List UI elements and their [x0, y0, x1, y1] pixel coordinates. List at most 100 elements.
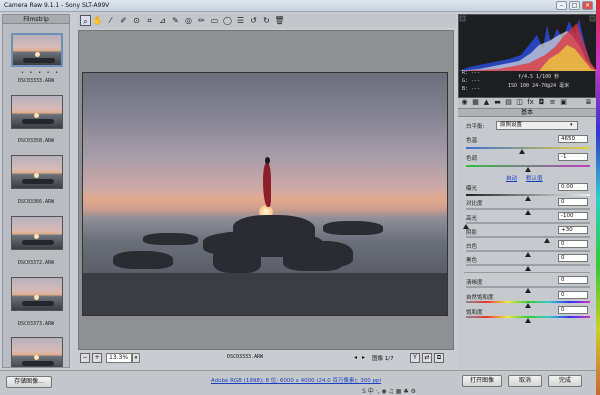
color-strip: [596, 0, 600, 395]
rating-dots[interactable]: • • • • •: [21, 70, 60, 76]
shadows-knob[interactable]: [543, 238, 550, 243]
red-eye-icon[interactable]: ◎: [183, 15, 194, 26]
chevron-down-icon[interactable]: ▾: [132, 353, 140, 363]
presets-tab-icon[interactable]: ≡: [548, 98, 557, 107]
before-after-icon[interactable]: Y: [410, 353, 420, 363]
lens-info: ISO 100 24-70@24 毫米: [508, 83, 570, 89]
snapshots-tab-icon[interactable]: ▣: [559, 98, 568, 107]
tint-label: 色调: [466, 156, 478, 162]
highlights-label: 高光: [466, 216, 478, 222]
done-button[interactable]: 完成: [548, 375, 582, 387]
save-image-button[interactable]: 存储图像...: [6, 376, 52, 388]
white-balance-icon[interactable]: ⁄: [105, 15, 116, 26]
temperature-value[interactable]: 4650: [558, 135, 588, 143]
crop-icon[interactable]: ⌗: [144, 15, 155, 26]
hand-icon[interactable]: ✋: [92, 15, 103, 26]
radial-filter-icon[interactable]: ◯: [222, 15, 233, 26]
basic-tab-icon[interactable]: ◉: [460, 98, 469, 107]
panel-menu-icon[interactable]: ≣: [584, 98, 593, 107]
highlights-value[interactable]: -100: [558, 212, 588, 220]
tint-value[interactable]: -1: [558, 153, 588, 161]
thumb-caption: DSC03358.ARW: [17, 138, 55, 144]
filmstrip-thumb-4[interactable]: [11, 216, 63, 250]
saturation-knob[interactable]: [525, 318, 531, 323]
trash-icon[interactable]: 🗑: [274, 15, 285, 26]
filmstrip: Filmstrip • • • • • DSC03333.ARW DSC0335…: [2, 14, 70, 368]
whites-value[interactable]: 0: [558, 240, 588, 248]
close-icon[interactable]: ✕: [582, 1, 593, 10]
g-readout: G: ---: [462, 78, 481, 84]
vibrance-value[interactable]: 0: [558, 291, 588, 299]
contrast-knob[interactable]: [525, 210, 531, 215]
default-link[interactable]: 默认值: [526, 174, 543, 182]
preview-filename: DSC03333.ARW: [226, 354, 264, 360]
contrast-value[interactable]: 0: [558, 198, 588, 206]
spot-removal-icon[interactable]: ✎: [170, 15, 181, 26]
clarity-knob[interactable]: [525, 288, 531, 293]
histogram-readouts: R: --- G: --- B: --- f/4.5 1/100 秒 ISO 1…: [460, 70, 594, 96]
auto-link[interactable]: 自动: [506, 174, 517, 182]
zoom-out-icon[interactable]: −: [80, 353, 90, 363]
clarity-value[interactable]: 0: [558, 276, 588, 284]
histogram-graph: [459, 15, 597, 71]
swap-settings-icon[interactable]: ⇄: [422, 353, 432, 363]
tint-knob[interactable]: [525, 167, 531, 172]
filmstrip-thumb-3[interactable]: [11, 155, 63, 189]
contrast-label: 对比度: [466, 201, 483, 207]
hsl-tab-icon[interactable]: ▬: [493, 98, 502, 107]
preferences-icon[interactable]: ☰: [235, 15, 246, 26]
filmstrip-thumb-6[interactable]: [11, 337, 63, 367]
filmstrip-thumb-2[interactable]: [11, 95, 63, 129]
blacks-knob[interactable]: [525, 266, 531, 271]
saturation-value[interactable]: 0: [558, 306, 588, 314]
target-adjust-icon[interactable]: ⊙: [131, 15, 142, 26]
minimize-icon[interactable]: –: [556, 1, 567, 10]
previous-image-icon[interactable]: ◂: [354, 354, 357, 361]
workflow-options-link[interactable]: Adobe RGB (1998); 8 位; 6000 x 4000 (24.0…: [196, 376, 396, 384]
cancel-button[interactable]: 取消: [508, 375, 542, 387]
shadows-slider[interactable]: [466, 236, 590, 238]
zoom-icon[interactable]: ⌕: [80, 15, 91, 26]
shadows-label: 阴影: [466, 230, 478, 236]
highlights-slider[interactable]: [466, 222, 590, 224]
title-bar: Camera Raw 9.1.1 - Sony SLT-A99V – □ ✕: [0, 0, 600, 12]
blacks-value[interactable]: 0: [558, 254, 588, 262]
color-sampler-icon[interactable]: ✐: [118, 15, 129, 26]
filmstrip-thumb-5[interactable]: [11, 277, 63, 311]
temperature-knob[interactable]: [518, 149, 525, 154]
copy-settings-icon[interactable]: ⧉: [434, 353, 444, 363]
exposure-knob[interactable]: [525, 196, 531, 201]
zoom-in-icon[interactable]: +: [92, 353, 102, 363]
ime-toolbar[interactable]: S 中 ·, ◉ ♫ ▦ ♣ ⚙: [362, 386, 458, 395]
filmstrip-title: Filmstrip: [3, 15, 69, 24]
split-toning-tab-icon[interactable]: ▤: [504, 98, 513, 107]
adjustment-brush-icon[interactable]: ✏: [196, 15, 207, 26]
vibrance-knob[interactable]: [525, 303, 531, 308]
divider: [464, 272, 590, 273]
effects-tab-icon[interactable]: fx: [526, 98, 535, 107]
lens-tab-icon[interactable]: ◫: [515, 98, 524, 107]
graduated-filter-icon[interactable]: ▭: [209, 15, 220, 26]
whites-knob[interactable]: [525, 252, 531, 257]
thumb-caption: DSC03373.ARW: [17, 321, 55, 327]
detail-tab-icon[interactable]: ▲: [482, 98, 491, 107]
maximize-icon[interactable]: □: [569, 1, 580, 10]
open-image-button[interactable]: 打开图像: [462, 375, 502, 387]
filmstrip-thumb-1[interactable]: [11, 33, 63, 67]
zoom-controls: − + 13.3% ▾: [78, 352, 188, 364]
exposure-value[interactable]: 0.00: [558, 183, 588, 191]
thumb-caption: DSC03372.ARW: [17, 260, 55, 266]
white-balance-label: 白平衡:: [466, 124, 485, 130]
straighten-icon[interactable]: ⊿: [157, 15, 168, 26]
next-image-icon[interactable]: ▸: [362, 354, 365, 361]
white-balance-select[interactable]: 原照设置: [496, 121, 578, 130]
preview-image[interactable]: [82, 72, 448, 316]
rotate-right-icon[interactable]: ↻: [261, 15, 272, 26]
tone-curve-tab-icon[interactable]: ▦: [471, 98, 480, 107]
zoom-select[interactable]: 13.3%: [106, 353, 132, 363]
temperature-label: 色温: [466, 138, 478, 144]
rotate-left-icon[interactable]: ↺: [248, 15, 259, 26]
camera-calibration-tab-icon[interactable]: ◘: [537, 98, 546, 107]
temperature-slider[interactable]: [466, 147, 590, 149]
shadows-value[interactable]: +30: [558, 226, 588, 234]
